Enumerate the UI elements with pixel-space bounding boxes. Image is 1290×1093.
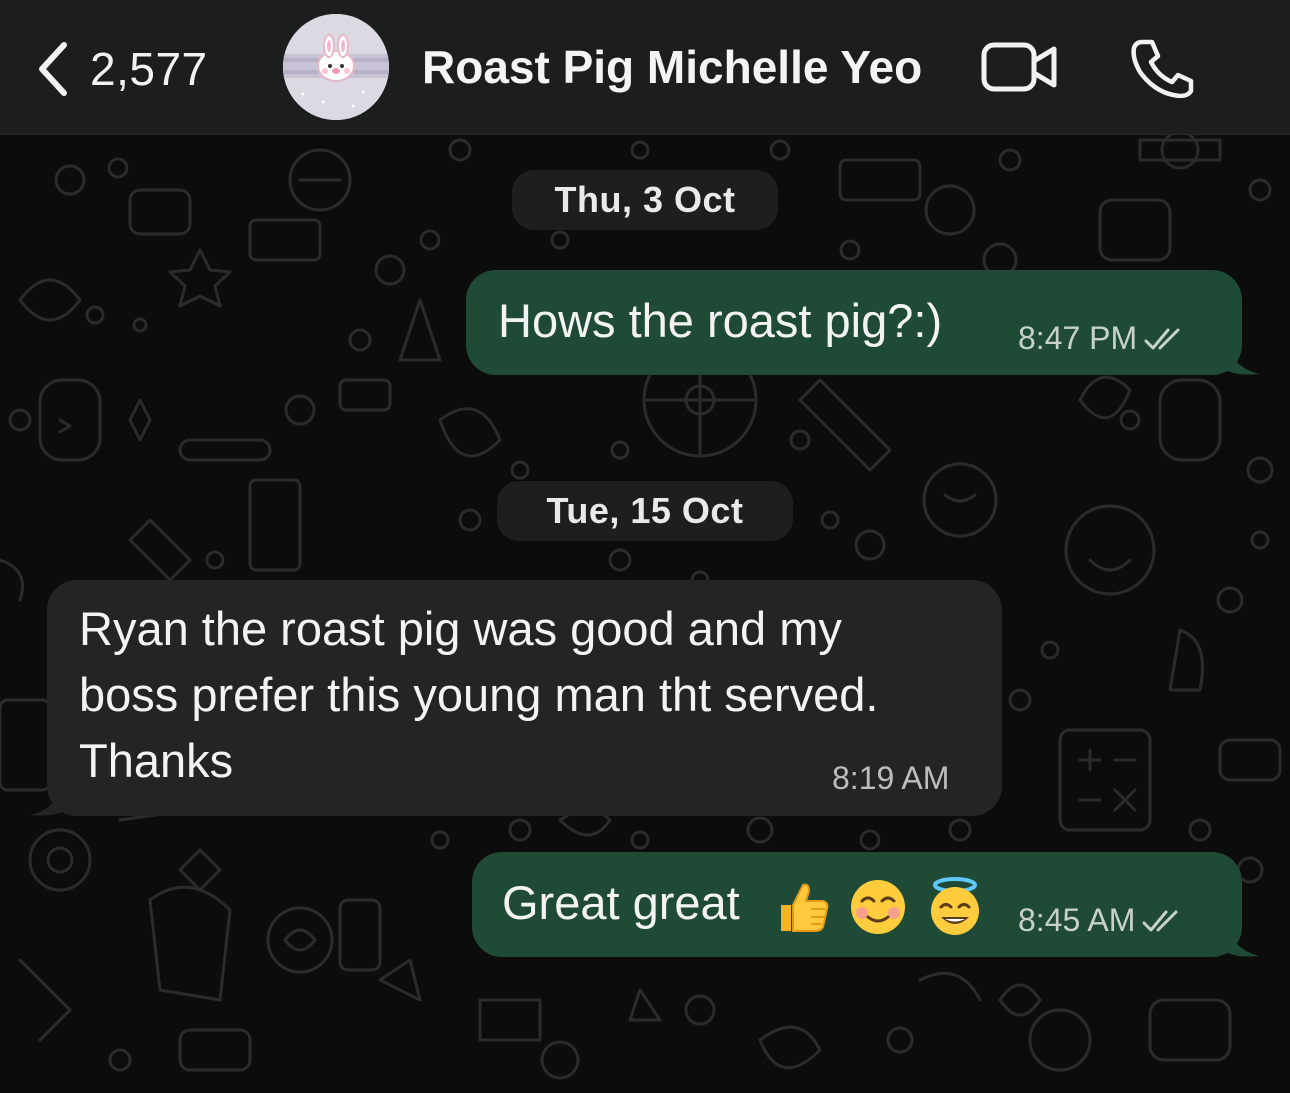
message-text-line-3: Thanks <box>79 734 234 787</box>
message-meta: 8:19 AM <box>832 760 949 797</box>
message-meta: 8:45 AM <box>1018 902 1187 939</box>
message-text-line-1: Ryan the roast pig was good and my <box>79 602 842 655</box>
message-text: Great great <box>502 870 985 937</box>
chat-header: 2,577 Roast Pig Michelle Yeo <box>0 0 1290 135</box>
message-text-line-2: boss prefer this young man tht served. <box>79 668 879 721</box>
message-text-content: Great great <box>502 876 740 929</box>
bubble-tail <box>1226 922 1260 957</box>
phone-icon <box>1131 39 1194 99</box>
bunny-avatar-image <box>283 14 389 120</box>
video-call-button[interactable] <box>980 40 1060 94</box>
date-separator: Tue, 15 Oct <box>497 481 793 541</box>
double-check-icon <box>1142 910 1178 931</box>
bubble-tail <box>30 781 64 816</box>
halo-smile-emoji <box>930 876 979 935</box>
message-time: 8:45 AM <box>1018 902 1136 938</box>
bubble-tail <box>1226 340 1260 375</box>
unread-count: 2,577 <box>90 43 208 95</box>
contact-name[interactable]: Roast Pig Michelle Yeo <box>422 40 922 94</box>
message-time: 8:47 PM <box>1018 320 1138 356</box>
voice-call-button[interactable] <box>1128 36 1196 99</box>
chat-screen: 2,577 Roast Pig Michelle Yeo Thu, 3 Oct … <box>0 0 1290 1093</box>
double-check-icon <box>1144 328 1180 349</box>
outgoing-message-bubble[interactable]: Hows the roast pig?:) 8:47 PM <box>466 270 1242 375</box>
contact-avatar[interactable] <box>283 14 389 120</box>
thumbs-up-emoji <box>780 883 829 932</box>
incoming-message-bubble[interactable]: Ryan the roast pig was good and my boss … <box>47 580 1002 816</box>
back-button[interactable]: 2,577 <box>34 34 208 104</box>
smiling-blush-emoji <box>850 879 905 934</box>
chevron-left-icon <box>39 42 67 96</box>
message-text: Hows the roast pig?:) <box>498 294 943 347</box>
message-time: 8:19 AM <box>832 760 950 796</box>
message-meta: 8:47 PM <box>1018 320 1189 357</box>
date-separator: Thu, 3 Oct <box>512 170 778 230</box>
outgoing-message-bubble[interactable]: Great great 8:45 AM <box>472 852 1242 957</box>
video-camera-icon <box>981 42 1057 92</box>
